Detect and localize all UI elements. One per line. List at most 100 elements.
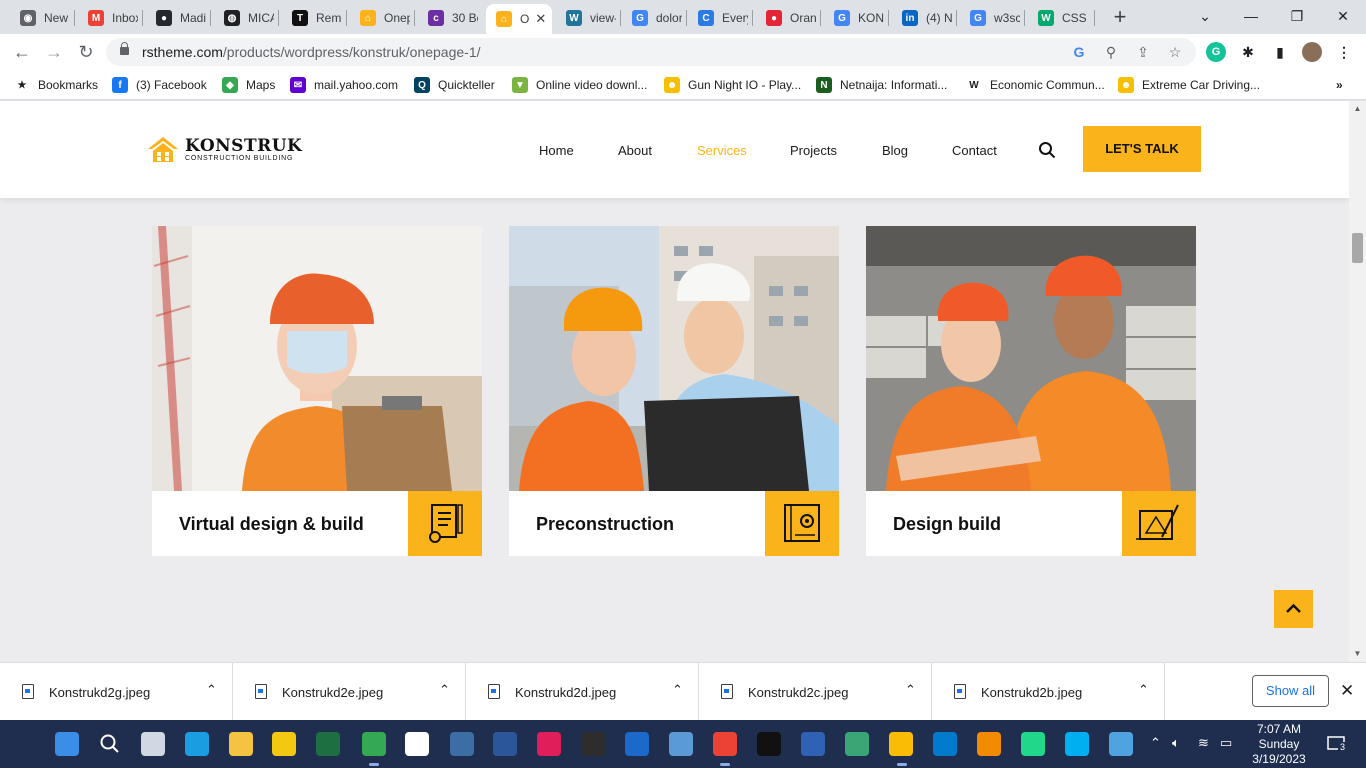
browser-tab[interactable]: G KONS [824, 4, 884, 32]
scrollbar-thumb[interactable] [1352, 233, 1363, 263]
search-icon[interactable] [1038, 141, 1056, 159]
service-card[interactable]: Virtual design & build [152, 226, 482, 556]
browser-tab[interactable]: M Inbox [78, 4, 138, 32]
browser-tab[interactable]: Gw3sch [960, 4, 1020, 32]
git-kraken-icon[interactable] [845, 732, 869, 756]
pycharm-icon[interactable] [1021, 732, 1045, 756]
slack-icon[interactable] [537, 732, 561, 756]
wifi-icon[interactable]: ≋ [1198, 735, 1209, 751]
bookmark-item[interactable]: N Netnaija: Informati... [816, 76, 947, 94]
browser-tab[interactable]: ◍ MICA [214, 4, 274, 32]
grammarly-icon[interactable]: G [1206, 42, 1226, 62]
close-download-bar-icon[interactable]: ✕ [1340, 681, 1354, 701]
browser-tab[interactable]: T Remc [282, 4, 342, 32]
chevron-up-tray-icon[interactable]: ⌃ [1150, 735, 1161, 751]
chevron-up-icon[interactable]: ⌃ [206, 682, 217, 698]
volume-icon[interactable]: 🔈︎ [1172, 735, 1180, 751]
scroll-to-top-button[interactable] [1274, 590, 1313, 628]
system-clock[interactable]: 7:07 AM Sunday 3/19/2023 [1244, 722, 1314, 767]
browser-tab[interactable]: ⌂ O ✕ [486, 4, 552, 34]
download-item[interactable]: Konstrukd2d.jpeg ⌃ [466, 663, 699, 721]
tab-search-button[interactable]: ⌄ [1182, 4, 1228, 28]
service-card[interactable]: Preconstruction [509, 226, 839, 556]
reload-button[interactable]: ↻ [74, 40, 98, 64]
chevron-up-icon[interactable]: ⌃ [905, 682, 916, 698]
bookmark-item[interactable]: W Economic Commun... [966, 76, 1104, 94]
lets-talk-button[interactable]: LET'S TALK [1083, 126, 1201, 172]
whiteboard-icon[interactable] [625, 732, 649, 756]
card-title[interactable]: Virtual design & build [179, 514, 364, 535]
bookmark-item[interactable]: ☻ Extreme Car Driving... [1118, 76, 1260, 94]
scroll-up-arrow[interactable]: ▲ [1353, 104, 1362, 113]
browser-tab[interactable]: ● Madi [146, 4, 206, 32]
browser-tab[interactable]: ◉ New [10, 4, 70, 32]
excel-icon[interactable] [316, 732, 340, 756]
close-tab-icon[interactable]: ✕ [535, 11, 546, 27]
back-button[interactable]: ← [10, 40, 34, 64]
lock-icon[interactable] [120, 42, 129, 55]
chrome-icon[interactable] [889, 732, 913, 756]
minimize-button[interactable]: — [1228, 4, 1274, 28]
browser-tab[interactable]: in (4) N [892, 4, 952, 32]
nav-blog[interactable]: Blog [882, 143, 908, 158]
bookmark-item[interactable]: ✉ mail.yahoo.com [290, 76, 398, 94]
scroll-down-arrow[interactable]: ▼ [1353, 649, 1362, 658]
photos-icon[interactable] [669, 732, 693, 756]
bookmark-item[interactable]: ★ Bookmarks [14, 76, 99, 94]
chrome-icon[interactable] [713, 732, 737, 756]
page-scrollbar[interactable] [1349, 101, 1366, 662]
windows-start-icon[interactable] [55, 732, 79, 756]
bookmark-star-icon[interactable]: ☆ [1166, 43, 1184, 61]
download-item[interactable]: Konstrukd2b.jpeg ⌃ [932, 663, 1165, 721]
notepad-icon[interactable] [1109, 732, 1133, 756]
skype-icon[interactable] [1065, 732, 1089, 756]
share-icon[interactable]: ⇪ [1134, 43, 1152, 61]
bookmark-item[interactable]: ◆ Maps [222, 76, 275, 94]
service-card[interactable]: Design build [866, 226, 1196, 556]
bookmark-item[interactable]: Q Quickteller [414, 76, 495, 94]
restore-button[interactable]: ❐ [1274, 4, 1320, 28]
browser-tab[interactable]: ● Oranc [756, 4, 816, 32]
new-tab-button[interactable]: + [1108, 6, 1132, 30]
extensions-icon[interactable]: ✱ [1238, 42, 1258, 62]
download-item[interactable]: Konstrukd2g.jpeg ⌃ [0, 663, 233, 721]
chevron-up-icon[interactable]: ⌃ [439, 682, 450, 698]
battery-icon[interactable]: ▭ [1220, 735, 1232, 751]
file-explorer-icon[interactable] [229, 732, 253, 756]
more-bookmarks-icon[interactable]: » [1336, 76, 1343, 94]
address-bar[interactable]: rstheme.com/products/wordpress/konstruk/… [106, 38, 1196, 66]
mysql-workbench-icon[interactable] [450, 732, 474, 756]
search-icon[interactable] [98, 732, 122, 756]
site-logo[interactable]: KONSTRUK CONSTRUCTION BUILDING [147, 135, 302, 163]
chevron-up-icon[interactable]: ⌃ [672, 682, 683, 698]
close-window-button[interactable]: ✕ [1320, 4, 1366, 28]
task-view-icon[interactable] [141, 732, 165, 756]
zoom-icon[interactable]: ⚲ [1102, 43, 1120, 61]
bookmark-item[interactable]: f (3) Facebook [112, 76, 207, 94]
nav-projects[interactable]: Projects [790, 143, 837, 158]
google-lens-icon[interactable]: G [1070, 43, 1088, 61]
browser-tab[interactable]: Gdolor [622, 4, 682, 32]
download-item[interactable]: Konstrukd2c.jpeg ⌃ [699, 663, 932, 721]
bookmark-item[interactable]: ▼ Online video downl... [512, 76, 647, 94]
browser-tab[interactable]: Wview- [556, 4, 616, 32]
nav-contact[interactable]: Contact [952, 143, 997, 158]
nav-about[interactable]: About [618, 143, 652, 158]
vscode-icon[interactable] [933, 732, 957, 756]
profile-avatar[interactable] [1302, 42, 1322, 62]
vlc-icon[interactable] [977, 732, 1001, 756]
terminal-icon[interactable] [581, 732, 605, 756]
microsoft-store-icon[interactable] [405, 732, 429, 756]
browser-tab[interactable]: c 30 Be [418, 4, 478, 32]
chevron-up-icon[interactable]: ⌃ [1138, 682, 1149, 698]
cmd-icon[interactable] [757, 732, 781, 756]
browser-tab[interactable]: C Every [688, 4, 748, 32]
browser-tab[interactable]: ⌂ Onep [350, 4, 410, 32]
card-title[interactable]: Preconstruction [536, 514, 674, 535]
forward-button[interactable]: → [42, 40, 66, 64]
download-item[interactable]: Konstrukd2e.jpeg ⌃ [233, 663, 466, 721]
word-icon[interactable] [493, 732, 517, 756]
bookmark-item[interactable]: ☻ Gun Night IO - Play... [664, 76, 801, 94]
notification-icon[interactable]: 3 [1325, 733, 1348, 755]
chrome-icon[interactable] [362, 732, 386, 756]
